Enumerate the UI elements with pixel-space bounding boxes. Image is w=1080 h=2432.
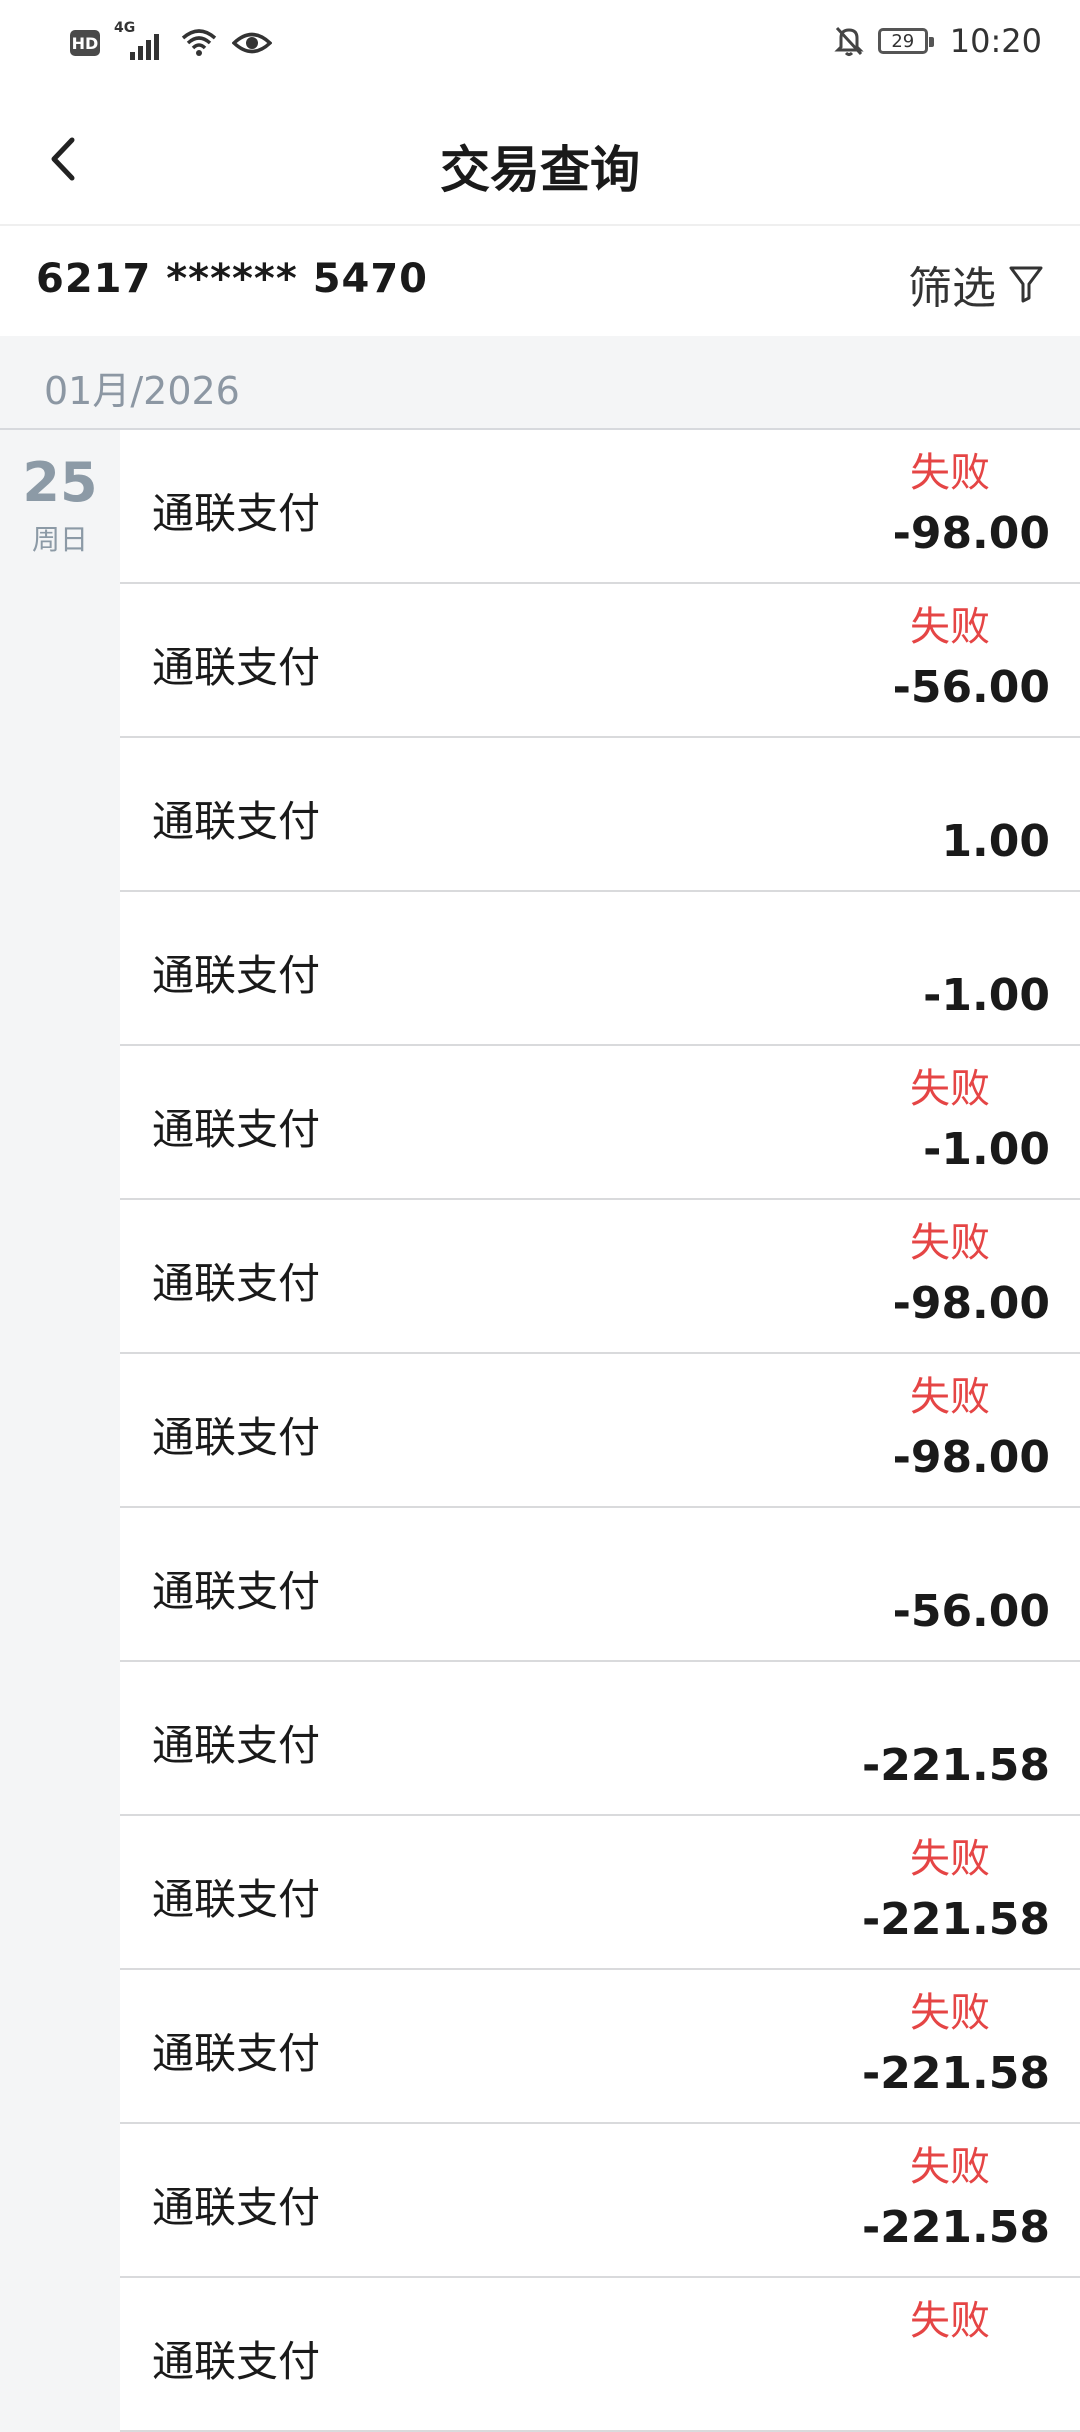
transaction-name: 通联支付 <box>152 2183 321 2232</box>
transaction-amount: -98.00 <box>892 1432 1050 1483</box>
day-number: 25 <box>22 451 98 514</box>
transaction-name: 通联支付 <box>152 489 321 538</box>
transaction-name: 通联支付 <box>152 797 321 846</box>
transaction-row[interactable]: 通联支付 失败 <box>120 2278 1080 2432</box>
eye-icon <box>232 32 272 54</box>
wifi-icon <box>181 29 217 56</box>
weekday-label: 周日 <box>31 523 88 556</box>
transaction-row[interactable]: 通联支付 失败 -98.00 <box>120 430 1080 584</box>
month-header: 01月/2026 <box>0 336 1080 430</box>
transaction-name: 通联支付 <box>152 2029 321 2078</box>
status-left: HD 4G <box>70 20 272 60</box>
transaction-status: 失败 <box>910 1990 990 2036</box>
battery-icon: 29 <box>877 28 934 54</box>
status-right: 29 10:20 <box>834 22 1042 60</box>
transaction-row[interactable]: 通联支付 1.00 <box>120 738 1080 892</box>
transaction-row[interactable]: 通联支付 失败 -221.58 <box>120 1816 1080 1970</box>
transaction-row[interactable]: 通联支付 失败 -221.58 <box>120 1970 1080 2124</box>
transaction-row[interactable]: 通联支付 失败 -98.00 <box>120 1354 1080 1508</box>
transaction-name: 通联支付 <box>152 951 321 1000</box>
transaction-amount: 1.00 <box>941 816 1050 867</box>
transaction-row[interactable]: 通联支付 失败 -1.00 <box>120 1046 1080 1200</box>
page-title: 交易查询 <box>440 141 640 199</box>
transaction-row[interactable]: 通联支付 -221.58 <box>120 1662 1080 1816</box>
transaction-status: 失败 <box>910 1220 990 1266</box>
transaction-name: 通联支付 <box>152 1567 321 1616</box>
transaction-name: 通联支付 <box>152 1721 321 1770</box>
transaction-amount: -1.00 <box>923 1124 1050 1175</box>
transaction-name: 通联支付 <box>152 1875 321 1924</box>
transaction-row[interactable]: 通联支付 失败 -98.00 <box>120 1200 1080 1354</box>
transaction-amount: -221.58 <box>861 2048 1050 2099</box>
filter-icon <box>1009 266 1043 303</box>
transaction-name: 通联支付 <box>152 643 321 692</box>
transaction-name: 通联支付 <box>152 1105 321 1154</box>
transaction-name: 通联支付 <box>152 1259 321 1308</box>
transaction-status: 失败 <box>910 604 990 650</box>
filter-button[interactable]: 筛选 <box>908 252 1044 316</box>
transaction-rows: 通联支付 失败 -98.00 通联支付 失败 -56.00 通联支付 1.00 … <box>120 430 1080 2432</box>
bell-muted-icon <box>834 26 864 56</box>
transaction-list: 25 周日 通联支付 失败 -98.00 通联支付 失败 -56.00 通联支付… <box>0 430 1080 2432</box>
transaction-amount: -98.00 <box>892 1278 1050 1329</box>
transaction-amount: -221.58 <box>861 2202 1050 2253</box>
transaction-status: 失败 <box>910 450 990 496</box>
date-column: 25 周日 <box>0 430 120 2432</box>
transaction-amount: -1.00 <box>923 970 1050 1021</box>
transaction-status: 失败 <box>910 2144 990 2190</box>
account-number: 6217 ****** 5470 <box>36 256 429 302</box>
transaction-row[interactable]: 通联支付 -1.00 <box>120 892 1080 1046</box>
transaction-status: 失败 <box>910 2298 990 2344</box>
clock: 10:20 <box>949 22 1042 60</box>
transaction-status: 失败 <box>910 1836 990 1882</box>
nav-bar: 交易查询 <box>0 92 1080 226</box>
signal-icon: 4G <box>114 20 166 60</box>
transaction-amount: -221.58 <box>861 1740 1050 1791</box>
transaction-status: 失败 <box>910 1374 990 1420</box>
transaction-amount: -221.58 <box>861 1894 1050 1945</box>
filter-label: 筛选 <box>908 263 996 314</box>
transaction-name: 通联支付 <box>152 2337 321 2386</box>
transaction-row[interactable]: 通联支付 失败 -56.00 <box>120 584 1080 738</box>
transaction-amount: -56.00 <box>892 662 1050 713</box>
transaction-status: 失败 <box>910 1066 990 1112</box>
transaction-name: 通联支付 <box>152 1413 321 1462</box>
transaction-row[interactable]: 通联支付 失败 -221.58 <box>120 2124 1080 2278</box>
battery-level: 29 <box>891 30 915 52</box>
hd-icon: HD <box>70 30 100 56</box>
status-bar: HD 4G 29 10:20 <box>0 0 1080 92</box>
transaction-row[interactable]: 通联支付 -56.00 <box>120 1508 1080 1662</box>
month-label: 01月/2026 <box>44 369 240 413</box>
transaction-amount: -98.00 <box>892 508 1050 559</box>
account-row: 6217 ****** 5470 筛选 <box>0 226 1080 336</box>
transaction-amount: -56.00 <box>892 1586 1050 1637</box>
